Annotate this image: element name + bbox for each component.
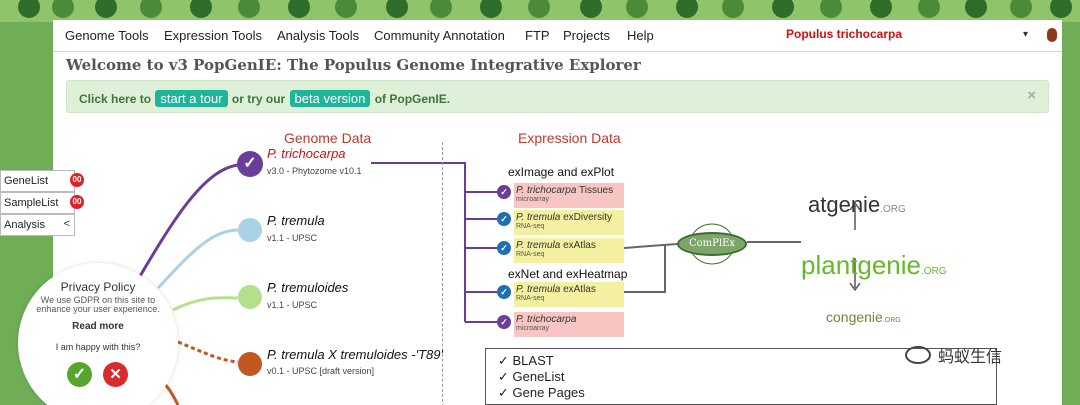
accept-button[interactable]: ✓ (67, 362, 92, 387)
privacy-title: Privacy Policy (60, 280, 136, 294)
box-species: P. trichocarpa (516, 314, 577, 325)
exnet-exheatmap-heading: exNet and exHeatmap (508, 267, 628, 281)
check-icon[interactable]: ✓ (497, 315, 511, 329)
expression-box-tremula-exatlas[interactable]: P. tremula exAtlas RNA-seq (514, 238, 624, 263)
box-suffix: exAtlas (560, 284, 596, 295)
chevron-left-icon[interactable]: < (64, 218, 70, 230)
privacy-popup: Privacy Policy We use GDPR on this site … (18, 263, 178, 405)
check-icon[interactable]: ✓ (497, 241, 511, 255)
decline-button[interactable]: ✕ (103, 362, 128, 387)
samplelist-label: SampleList (4, 197, 59, 209)
privacy-question: I am happy with this? (55, 342, 141, 352)
watermark-text: 蚂蚁生信 (938, 349, 1003, 366)
right-margin (1062, 22, 1080, 405)
samplelist-tab[interactable]: SampleList (0, 192, 75, 214)
box-tech: RNA-seq (516, 223, 545, 230)
tool-gene-pages[interactable]: ✓ Gene Pages (498, 385, 585, 401)
genome-name-trichocarpa[interactable]: P. trichocarpa (267, 146, 346, 161)
genome-dot-tremula[interactable] (238, 218, 262, 242)
box-tech: RNA-seq (516, 251, 545, 258)
privacy-text: We use GDPR on this site to enhance your… (36, 295, 160, 314)
plantgenie-text: plantgenie (801, 250, 921, 280)
box-suffix: Tissues (576, 185, 614, 196)
box-suffix: exAtlas (560, 240, 596, 251)
complex-button[interactable]: ComPlEx (677, 232, 747, 256)
tool-genelist[interactable]: ✓ GeneList (498, 369, 565, 385)
samplelist-count-badge: 00 (70, 195, 84, 209)
box-tech: RNA-seq (516, 295, 545, 302)
box-suffix: exDiversity (560, 212, 612, 223)
genome-version: v0.1 - UPSC [draft version] (267, 366, 375, 376)
box-tech: microarray (516, 325, 550, 332)
box-tech: microarray (516, 196, 550, 203)
congenie-text: congenie (826, 309, 883, 325)
genome-name-tremula[interactable]: P. tremula (267, 213, 325, 228)
atgenie-logo[interactable]: atgenie.ORG (808, 192, 906, 218)
expression-box-tremula-exatlas-net[interactable]: P. tremula exAtlas RNA-seq (514, 282, 624, 307)
box-species: P. tremula (516, 240, 561, 251)
expression-box-trichocarpa-tissues[interactable]: P. trichocarpa Tissues microarray (514, 183, 624, 208)
genome-version: v1.1 - UPSC (267, 300, 318, 310)
section-divider (442, 142, 443, 405)
congenie-logo[interactable]: congenie.ORG (826, 309, 901, 325)
check-icon[interactable]: ✓ (497, 212, 511, 226)
genelist-tab[interactable]: GeneList (0, 170, 75, 192)
atgenie-text: atgenie (808, 192, 881, 217)
genome-name-tremuloides[interactable]: P. tremuloides (267, 280, 348, 295)
genome-version: v3.0 - Phytozome v10.1 (267, 166, 362, 176)
box-species: P. tremula (516, 284, 561, 295)
box-species: P. trichocarpa (516, 185, 577, 196)
expression-data-title: Expression Data (518, 130, 621, 146)
tool-blast[interactable]: ✓ BLAST (498, 353, 554, 369)
atgenie-suffix: .ORG (880, 204, 906, 215)
plantgenie-logo[interactable]: plantgenie.ORG (801, 250, 947, 281)
genelist-count-badge: 00 (70, 173, 84, 187)
expression-box-trichocarpa-net[interactable]: P. trichocarpa microarray (514, 312, 624, 337)
genome-version: v1.1 - UPSC (267, 233, 318, 243)
check-icon[interactable]: ✓ (237, 151, 263, 177)
check-icon[interactable]: ✓ (497, 285, 511, 299)
analysis-label: Analysis (4, 219, 45, 231)
wechat-icon (905, 346, 931, 364)
genome-data-title: Genome Data (284, 130, 372, 146)
expression-box-tremula-exdiversity[interactable]: P. tremula exDiversity RNA-seq (514, 210, 624, 235)
genelist-label: GeneList (4, 175, 49, 187)
genome-dot-tremuloides[interactable] (238, 285, 262, 309)
analysis-tab[interactable]: Analysis < (0, 214, 75, 236)
forest-header-banner (0, 0, 1080, 22)
plantgenie-suffix: .ORG (921, 266, 947, 277)
genome-dot-t89[interactable] (238, 352, 262, 376)
genome-name-t89[interactable]: P. tremula X tremuloides -'T89' (267, 347, 443, 362)
box-species: P. tremula (516, 212, 561, 223)
eximage-explot-heading: exImage and exPlot (508, 165, 615, 179)
read-more-link[interactable]: Read more (18, 321, 178, 332)
check-icon[interactable]: ✓ (497, 185, 511, 199)
congenie-suffix: .ORG (882, 317, 901, 324)
